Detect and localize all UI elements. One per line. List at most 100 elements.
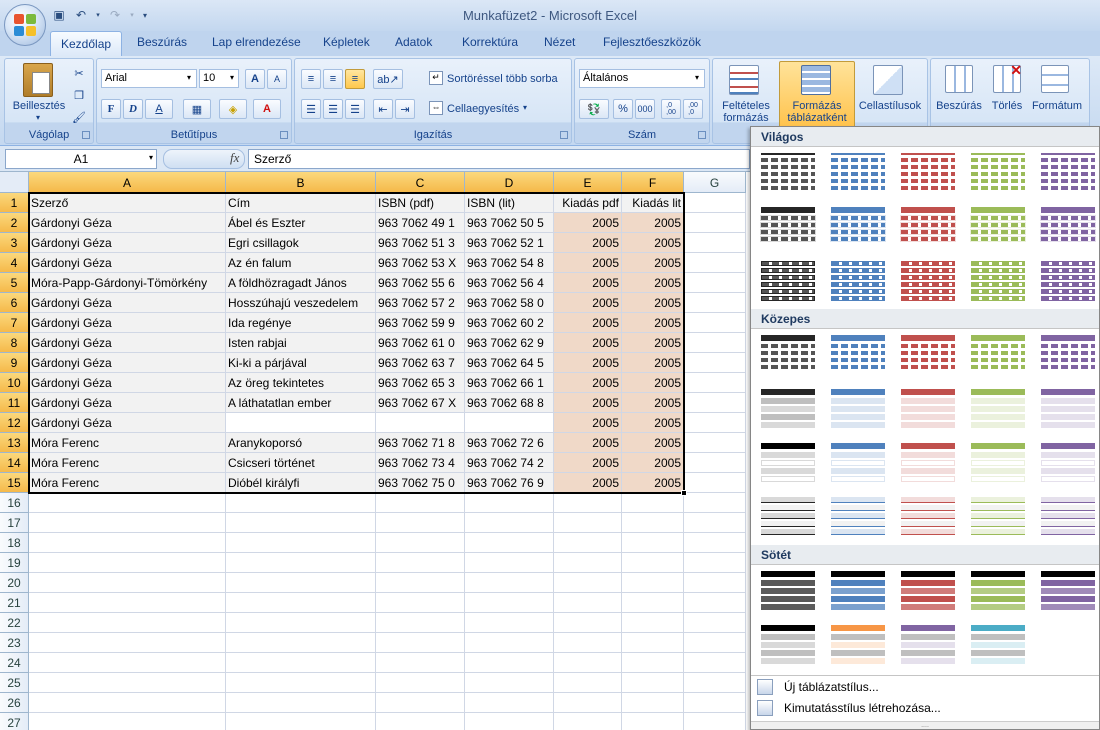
cell-g23[interactable] <box>684 633 746 653</box>
cell-c15[interactable]: 963 7062 75 0 <box>376 473 465 493</box>
cell-e3[interactable]: 2005 <box>554 233 622 253</box>
cell-f15[interactable]: 2005 <box>622 473 684 493</box>
cell-d20[interactable] <box>465 573 554 593</box>
cell-a21[interactable] <box>29 593 226 613</box>
row-header[interactable]: 21 <box>0 593 29 613</box>
cell-b27[interactable] <box>226 713 376 730</box>
grow-font-button[interactable]: A <box>245 69 265 89</box>
table-style-swatch[interactable] <box>897 567 959 614</box>
paste-button[interactable]: Beillesztés <box>9 100 69 112</box>
table-style-swatch[interactable] <box>967 331 1029 378</box>
cell-e23[interactable] <box>554 633 622 653</box>
cell-a3[interactable]: Gárdonyi Géza <box>29 233 226 253</box>
table-style-swatch[interactable] <box>1037 493 1099 540</box>
cell-g15[interactable] <box>684 473 746 493</box>
cell-d1[interactable]: ISBN (lit) <box>465 193 554 213</box>
table-style-swatch[interactable] <box>757 203 819 250</box>
cell-f14[interactable]: 2005 <box>622 453 684 473</box>
cell-d12[interactable] <box>465 413 554 433</box>
table-style-swatch[interactable] <box>757 439 819 486</box>
cell-d2[interactable]: 963 7062 50 5 <box>465 213 554 233</box>
table-style-swatch[interactable] <box>757 331 819 378</box>
cell-a10[interactable]: Gárdonyi Géza <box>29 373 226 393</box>
cell-e18[interactable] <box>554 533 622 553</box>
align-left-button[interactable]: ☰ <box>301 99 321 119</box>
table-style-swatch[interactable] <box>827 439 889 486</box>
cell-f21[interactable] <box>622 593 684 613</box>
tab-fejlesztoeszkozok[interactable]: Fejlesztőeszközök <box>603 35 701 49</box>
cell-f2[interactable]: 2005 <box>622 213 684 233</box>
row-header[interactable]: 11 <box>0 393 29 413</box>
cut-icon[interactable]: ✂ <box>69 63 89 83</box>
row-header[interactable]: 27 <box>0 713 29 730</box>
cell-f8[interactable]: 2005 <box>622 333 684 353</box>
table-style-swatch[interactable] <box>827 149 889 196</box>
cell-e4[interactable]: 2005 <box>554 253 622 273</box>
cell-b5[interactable]: A földhözragadt János <box>226 273 376 293</box>
cell-d24[interactable] <box>465 653 554 673</box>
cell-d22[interactable] <box>465 613 554 633</box>
cell-e20[interactable] <box>554 573 622 593</box>
number-format-combo[interactable]: Általános <box>579 69 705 88</box>
cell-e19[interactable] <box>554 553 622 573</box>
cell-a5[interactable]: Móra-Papp-Gárdonyi-Tömörkény <box>29 273 226 293</box>
cell-c22[interactable] <box>376 613 465 633</box>
cell-d21[interactable] <box>465 593 554 613</box>
row-header[interactable]: 19 <box>0 553 29 573</box>
cell-b2[interactable]: Ábel és Eszter <box>226 213 376 233</box>
cell-styles-icon[interactable] <box>873 65 903 95</box>
cell-b26[interactable] <box>226 693 376 713</box>
cell-e27[interactable] <box>554 713 622 730</box>
table-style-swatch[interactable] <box>1037 149 1099 196</box>
table-style-swatch[interactable] <box>1037 203 1099 250</box>
gallery-resize-grip[interactable]: .... <box>751 721 1099 729</box>
table-style-swatch[interactable] <box>827 621 889 668</box>
cell-g7[interactable] <box>684 313 746 333</box>
cell-a16[interactable] <box>29 493 226 513</box>
cell-g1[interactable] <box>684 193 746 213</box>
cell-g22[interactable] <box>684 613 746 633</box>
cell-g20[interactable] <box>684 573 746 593</box>
row-header[interactable]: 13 <box>0 433 29 453</box>
cell-a8[interactable]: Gárdonyi Géza <box>29 333 226 353</box>
cell-b16[interactable] <box>226 493 376 513</box>
cell-d4[interactable]: 963 7062 54 8 <box>465 253 554 273</box>
spreadsheet-grid[interactable]: A B C D E F G 1 Szerző Cím ISBN (pdf) ISBN (lit) Kia… <box>0 172 750 730</box>
increase-decimal-button[interactable]: ,0 ,00 <box>661 99 681 119</box>
thousands-button[interactable]: 000 <box>635 99 655 119</box>
row-header[interactable]: 20 <box>0 573 29 593</box>
customize-qat-icon[interactable]: ▾ <box>140 7 150 23</box>
row-header[interactable]: 6 <box>0 293 29 313</box>
cell-f26[interactable] <box>622 693 684 713</box>
office-button[interactable] <box>4 4 46 46</box>
row-header[interactable]: 10 <box>0 373 29 393</box>
cell-c5[interactable]: 963 7062 55 6 <box>376 273 465 293</box>
new-table-style-item[interactable]: Új táblázatstílus... <box>751 675 1099 697</box>
redo-dropdown-icon[interactable]: ▾ <box>128 7 136 23</box>
cell-e12[interactable]: 2005 <box>554 413 622 433</box>
cell-e25[interactable] <box>554 673 622 693</box>
merge-cells-button[interactable]: Cellaegyesítés <box>447 103 527 115</box>
column-header-d[interactable]: D <box>465 172 554 193</box>
table-style-swatch[interactable] <box>967 567 1029 614</box>
row-header[interactable]: 2 <box>0 213 29 233</box>
cell-g14[interactable] <box>684 453 746 473</box>
cell-b14[interactable]: Csicseri történet <box>226 453 376 473</box>
table-style-swatch[interactable] <box>827 493 889 540</box>
table-style-swatch[interactable] <box>757 149 819 196</box>
cell-g6[interactable] <box>684 293 746 313</box>
row-header[interactable]: 25 <box>0 673 29 693</box>
cell-c11[interactable]: 963 7062 67 X <box>376 393 465 413</box>
cell-a18[interactable] <box>29 533 226 553</box>
tab-kepletek[interactable]: Képletek <box>323 35 370 49</box>
cell-f11[interactable]: 2005 <box>622 393 684 413</box>
table-style-swatch[interactable] <box>827 257 889 304</box>
row-header[interactable]: 22 <box>0 613 29 633</box>
cell-c26[interactable] <box>376 693 465 713</box>
cell-d8[interactable]: 963 7062 62 9 <box>465 333 554 353</box>
row-header[interactable]: 23 <box>0 633 29 653</box>
cell-d14[interactable]: 963 7062 74 2 <box>465 453 554 473</box>
tab-nezet[interactable]: Nézet <box>544 35 575 49</box>
cell-f9[interactable]: 2005 <box>622 353 684 373</box>
table-style-swatch[interactable] <box>757 257 819 304</box>
